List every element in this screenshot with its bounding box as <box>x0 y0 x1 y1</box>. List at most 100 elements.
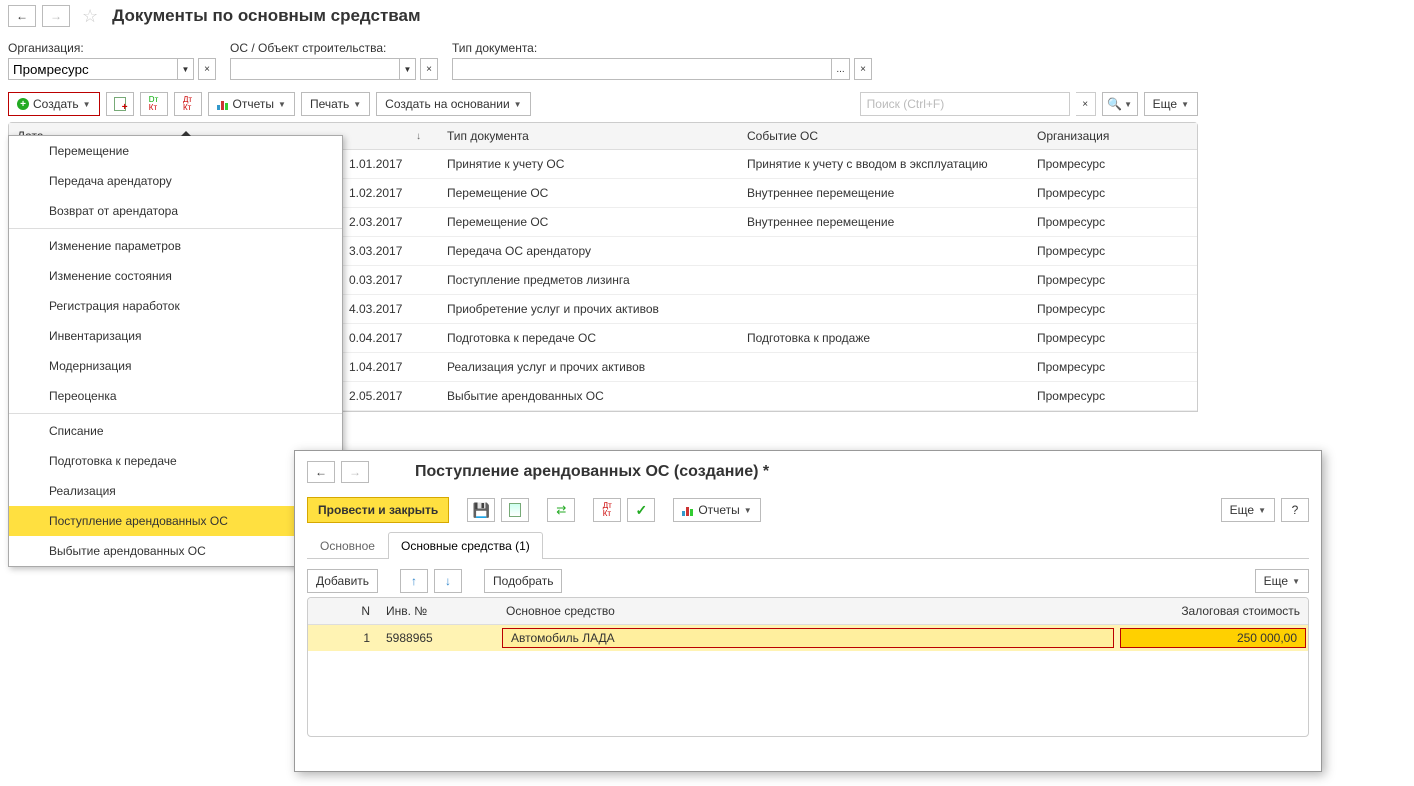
chevron-down-icon: ▼ <box>353 100 361 109</box>
menu-item[interactable]: Перемещение <box>9 136 342 166</box>
doc-icon <box>509 503 521 517</box>
os-table-row[interactable]: 1 5988965 Автомобиль ЛАДА 250 000,00 <box>308 625 1308 651</box>
menu-item[interactable]: Модернизация <box>9 351 342 381</box>
dialog-nav-forward-button[interactable]: → <box>341 461 369 483</box>
search-clear-button[interactable]: × <box>1076 92 1096 116</box>
create-button[interactable]: + Создать ▼ <box>8 92 100 116</box>
tab-main[interactable]: Основное <box>307 532 388 559</box>
pick-button[interactable]: Подобрать <box>484 569 562 593</box>
dtkt-red-button[interactable]: ДтКт <box>174 92 202 116</box>
dtkt-icon: DтКт <box>149 96 158 112</box>
os-name-input[interactable]: Автомобиль ЛАДА <box>502 628 1114 648</box>
cell-inv: 5988965 <box>378 627 498 649</box>
menu-item[interactable]: Регистрация наработок <box>9 291 342 321</box>
search-button[interactable]: 🔍 ▼ <box>1102 92 1138 116</box>
dtkt-button[interactable]: ДтКт <box>593 498 621 522</box>
cell-event <box>739 245 1029 257</box>
filter-type-clear-button[interactable]: × <box>854 58 872 80</box>
cell-org: Промресурс <box>1029 151 1197 177</box>
filter-org-label: Организация: <box>8 41 216 55</box>
cell-org: Промресурс <box>1029 325 1197 351</box>
cell-event: Внутреннее перемещение <box>739 209 1029 235</box>
nav-back-button[interactable]: ← <box>8 5 36 27</box>
doc-plus-icon <box>114 97 126 111</box>
filter-os-label: ОС / Объект строительства: <box>230 41 438 55</box>
col-type-header[interactable]: Тип документа <box>439 123 739 149</box>
col-event-header[interactable]: Событие ОС <box>739 123 1029 149</box>
filter-os-dropdown-button[interactable]: ▼ <box>400 58 416 80</box>
menu-item[interactable]: Переоценка <box>9 381 342 411</box>
swap-button[interactable]: ⇄ <box>547 498 575 522</box>
col-org-header[interactable]: Организация <box>1029 123 1197 149</box>
dtkt-red-icon: ДтКт <box>183 96 192 112</box>
menu-item[interactable]: Списание <box>9 416 342 446</box>
cell-event <box>739 274 1029 286</box>
swap-icon: ⇄ <box>556 503 566 517</box>
help-button[interactable]: ? <box>1281 498 1309 522</box>
tab-os[interactable]: Основные средства (1) <box>388 532 543 559</box>
dialog-reports-button[interactable]: Отчеты ▼ <box>673 498 760 522</box>
menu-item[interactable]: Изменение состояния <box>9 261 342 291</box>
menu-item[interactable]: Выбытие арендованных ОС <box>9 536 342 566</box>
dtkt-green-button[interactable]: DтКт <box>140 92 168 116</box>
cost-input[interactable]: 250 000,00 <box>1120 628 1306 648</box>
menu-item[interactable]: Поступление арендованных ОС <box>9 506 342 536</box>
cell-n: 1 <box>308 627 378 649</box>
copy-doc-button[interactable] <box>106 92 134 116</box>
menu-item[interactable]: Изменение параметров <box>9 231 342 261</box>
dialog-title: Поступление арендованных ОС (создание) * <box>415 463 1309 481</box>
col-os-header[interactable]: Основное средство <box>498 598 1118 624</box>
col-n-header[interactable]: N <box>308 598 378 624</box>
cell-type: Передача ОС арендатору <box>439 238 739 264</box>
cell-org: Промресурс <box>1029 209 1197 235</box>
cell-org: Промресурс <box>1029 383 1197 409</box>
cell-org: Промресурс <box>1029 238 1197 264</box>
col-cost-header[interactable]: Залоговая стоимость <box>1118 598 1308 624</box>
more-button[interactable]: Еще ▼ <box>1144 92 1198 116</box>
plus-icon: + <box>17 98 29 110</box>
col-inv-header[interactable]: Инв. № <box>378 598 498 624</box>
chevron-down-icon: ▼ <box>1181 100 1189 109</box>
cell-type: Подготовка к передаче ОС <box>439 325 739 351</box>
move-up-button[interactable]: ↑ <box>400 569 428 593</box>
filter-type-ellipsis-button[interactable]: ... <box>832 58 850 80</box>
search-input[interactable]: Поиск (Ctrl+F) <box>860 92 1070 116</box>
filter-type-input[interactable] <box>452 58 832 80</box>
menu-item[interactable]: Передача арендатору <box>9 166 342 196</box>
menu-item[interactable]: Реализация <box>9 476 342 506</box>
dialog-more-button[interactable]: Еще ▼ <box>1221 498 1275 522</box>
print-button[interactable]: Печать ▼ <box>301 92 370 116</box>
chart-icon <box>682 504 694 516</box>
save-button[interactable]: 💾 <box>467 498 495 522</box>
filter-os-clear-button[interactable]: × <box>420 58 438 80</box>
menu-item[interactable]: Возврат от арендатора <box>9 196 342 226</box>
chevron-down-icon: ▼ <box>1292 577 1300 586</box>
favorite-star-icon[interactable]: ☆ <box>82 6 98 27</box>
filter-org-input[interactable] <box>8 58 178 80</box>
cell-org: Промресурс <box>1029 180 1197 206</box>
cell-type: Приобретение услуг и прочих активов <box>439 296 739 322</box>
cell-type: Принятие к учету ОС <box>439 151 739 177</box>
dialog-nav-back-button[interactable]: ← <box>307 461 335 483</box>
menu-item[interactable]: Инвентаризация <box>9 321 342 351</box>
post-and-close-button[interactable]: Провести и закрыть <box>307 497 449 523</box>
chart-icon <box>217 98 229 110</box>
post-button[interactable] <box>501 498 529 522</box>
add-row-button[interactable]: Добавить <box>307 569 378 593</box>
filter-os-input[interactable] <box>230 58 400 80</box>
nav-forward-button[interactable]: → <box>42 5 70 27</box>
approve-button[interactable]: ✓ <box>627 498 655 522</box>
move-down-button[interactable]: ↓ <box>434 569 462 593</box>
create-dropdown-menu: ПеремещениеПередача арендаторуВозврат от… <box>8 135 343 567</box>
reports-button[interactable]: Отчеты ▼ <box>208 92 295 116</box>
cell-event: Внутреннее перемещение <box>739 180 1029 206</box>
sort-down-icon: ↓ <box>416 131 421 142</box>
subtable-more-button[interactable]: Еще ▼ <box>1255 569 1309 593</box>
filter-org-clear-button[interactable]: × <box>198 58 216 80</box>
filter-org-dropdown-button[interactable]: ▼ <box>178 58 194 80</box>
chevron-down-icon: ▼ <box>1258 506 1266 515</box>
cell-type: Реализация услуг и прочих активов <box>439 354 739 380</box>
cell-event: Принятие к учету с вводом в эксплуатацию <box>739 151 1029 177</box>
create-based-button[interactable]: Создать на основании ▼ <box>376 92 530 116</box>
menu-item[interactable]: Подготовка к передаче <box>9 446 342 476</box>
